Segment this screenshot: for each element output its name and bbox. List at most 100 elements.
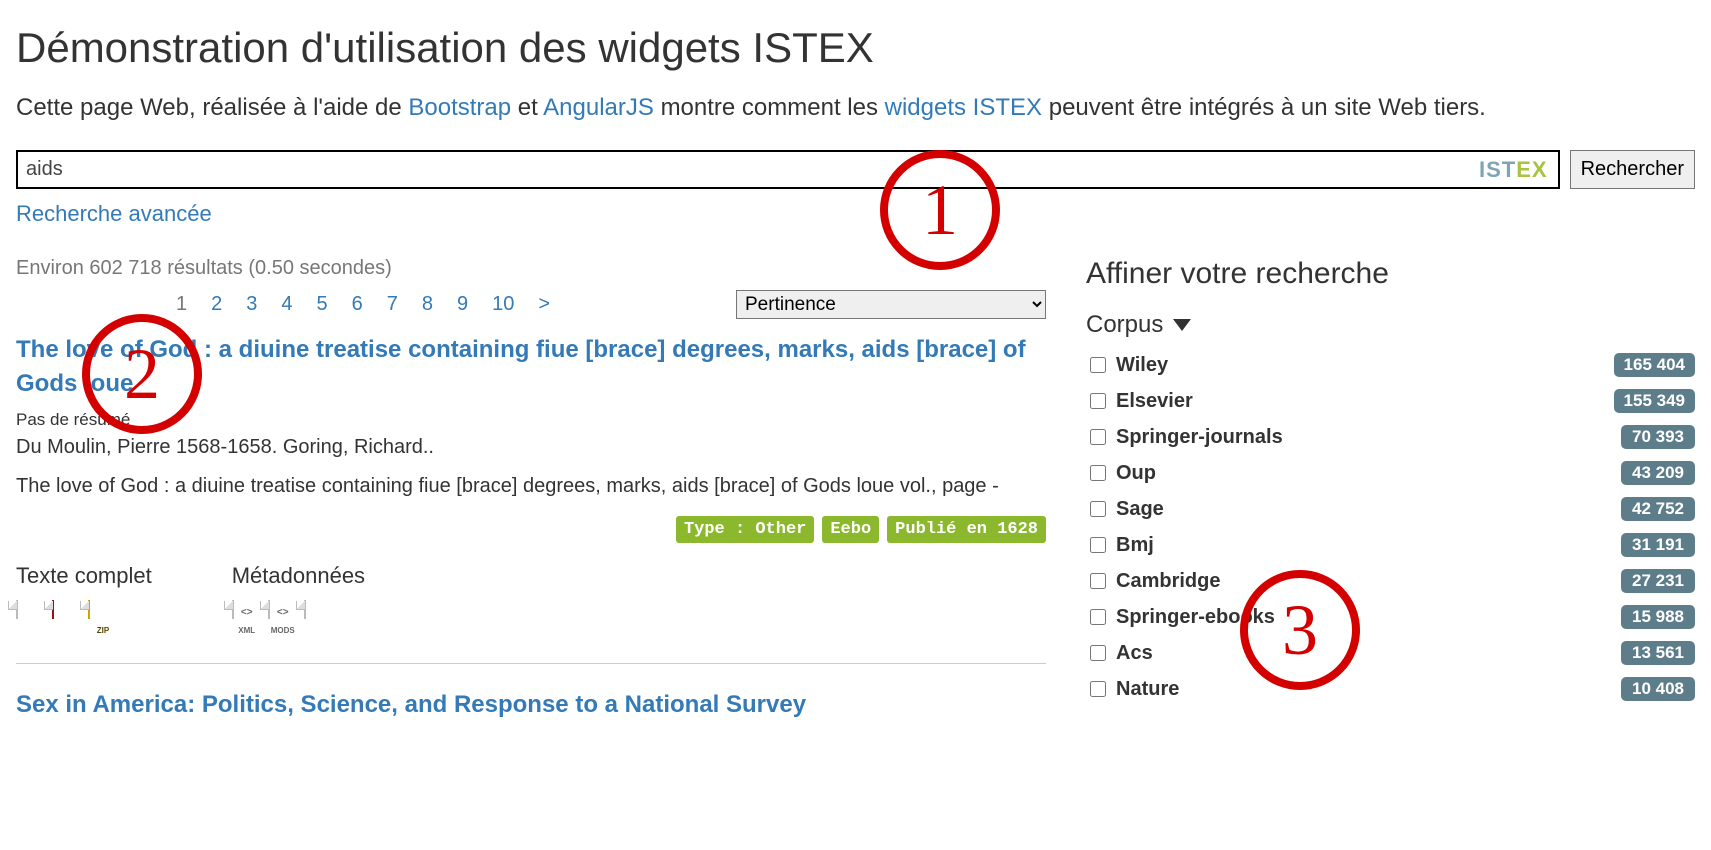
facet-label: Springer-ebooks [1116, 606, 1621, 629]
facet-label: Wiley [1116, 354, 1614, 377]
facet-checkbox[interactable] [1090, 645, 1106, 661]
facet-count-badge: 42 752 [1621, 497, 1695, 521]
result-title-link[interactable]: The love of God : a diuine treatise cont… [16, 336, 1026, 397]
page-link[interactable]: > [538, 293, 550, 316]
facet-label: Elsevier [1116, 390, 1614, 413]
fulltext-group: Texte complet PDFZIP [16, 563, 152, 637]
page-link[interactable]: 7 [387, 293, 398, 316]
facet-count-badge: 13 561 [1621, 641, 1695, 665]
link-bootstrap[interactable]: Bootstrap [408, 94, 511, 121]
result-separator [16, 663, 1046, 664]
download-row: Texte complet PDFZIP Métadonnées <>XML<>… [16, 563, 1046, 637]
page-link[interactable]: 5 [317, 293, 328, 316]
page-link[interactable]: 9 [457, 293, 468, 316]
zip-file-icon[interactable]: ZIP [88, 601, 118, 637]
result-source: The love of God : a diuine treatise cont… [16, 475, 1046, 498]
metadata-group: Métadonnées <>XML<>MODS [232, 563, 365, 637]
result-title: Sex in America: Politics, Science, and R… [16, 688, 1046, 722]
facet-item: Cambridge27 231 [1086, 569, 1695, 593]
intro-text: montre comment les [661, 94, 885, 121]
facet-item: Bmj31 191 [1086, 533, 1695, 557]
facet-count-badge: 10 408 [1621, 677, 1695, 701]
intro-text: et [518, 94, 543, 121]
xml-file-icon[interactable]: <>XML [232, 601, 262, 637]
search-input[interactable] [18, 152, 1469, 187]
facet-checkbox[interactable] [1090, 501, 1106, 517]
result-tag: Eebo [822, 516, 879, 543]
pagination: 1 2 3 4 5 6 7 8 9 10 > [16, 293, 550, 316]
facet-count-badge: 70 393 [1621, 425, 1695, 449]
logo-ex: EX [1516, 157, 1547, 182]
result-authors: Du Moulin, Pierre 1568-1658. Goring, Ric… [16, 436, 1046, 459]
facet-list: Wiley165 404Elsevier155 349Springer-jour… [1086, 353, 1695, 701]
istex-logo: ISTEX [1469, 157, 1558, 183]
search-button[interactable]: Rechercher [1570, 150, 1695, 189]
facet-label: Acs [1116, 642, 1621, 665]
result-count: Environ 602 718 résultats (0.50 secondes… [16, 257, 1046, 280]
intro-text: peuvent être intégrés à un site Web tier… [1049, 94, 1486, 121]
facet-item: Oup43 209 [1086, 461, 1695, 485]
fulltext-heading: Texte complet [16, 563, 152, 589]
intro-text: Cette page Web, réalisée à l'aide de [16, 94, 408, 121]
facet-item: Wiley165 404 [1086, 353, 1695, 377]
page-title: Démonstration d'utilisation des widgets … [16, 24, 1695, 72]
facet-item: Springer-journals70 393 [1086, 425, 1695, 449]
page-link[interactable]: 4 [281, 293, 292, 316]
page-link: 1 [176, 293, 187, 316]
facet-label: Sage [1116, 498, 1621, 521]
facet-count-badge: 15 988 [1621, 605, 1695, 629]
pdf-file-icon[interactable]: PDF [52, 601, 82, 637]
advanced-search-link[interactable]: Recherche avancée [16, 201, 212, 227]
metadata-icons: <>XML<>MODS [232, 601, 365, 637]
facet-label: Bmj [1116, 534, 1621, 557]
intro-paragraph: Cette page Web, réalisée à l'aide de Boo… [16, 90, 1695, 126]
result-title: The love of God : a diuine treatise cont… [16, 333, 1046, 400]
caret-down-icon [1173, 319, 1191, 331]
facet-checkbox[interactable] [1090, 357, 1106, 373]
link-widgets-istex[interactable]: widgets ISTEX [885, 94, 1042, 121]
facet-checkbox[interactable] [1090, 573, 1106, 589]
no-abstract-text: Pas de résumé [16, 410, 1046, 430]
facet-checkbox[interactable] [1090, 537, 1106, 553]
plain-file-icon[interactable] [304, 601, 334, 637]
result-tags: Type : Other Eebo Publié en 1628 [16, 516, 1046, 543]
page-link[interactable]: 3 [246, 293, 257, 316]
page-link[interactable]: 2 [211, 293, 222, 316]
page-link[interactable]: 10 [492, 293, 514, 316]
facet-count-badge: 31 191 [1621, 533, 1695, 557]
facet-count-badge: 43 209 [1621, 461, 1695, 485]
results-column: Environ 602 718 résultats (0.50 secondes… [16, 257, 1046, 732]
page-link[interactable]: 6 [352, 293, 363, 316]
facet-count-badge: 155 349 [1614, 389, 1695, 413]
result-title-link[interactable]: Sex in America: Politics, Science, and R… [16, 691, 806, 718]
search-input-wrap: ISTEX [16, 150, 1560, 189]
result-tag: Publié en 1628 [887, 516, 1046, 543]
facet-label: Springer-journals [1116, 426, 1621, 449]
search-bar: ISTEX Rechercher [16, 150, 1695, 189]
facet-item: Springer-ebooks15 988 [1086, 605, 1695, 629]
facet-item: Acs13 561 [1086, 641, 1695, 665]
facet-checkbox[interactable] [1090, 429, 1106, 445]
facet-label: Nature [1116, 678, 1621, 701]
page-link[interactable]: 8 [422, 293, 433, 316]
facet-label: Cambridge [1116, 570, 1621, 593]
facet-checkbox[interactable] [1090, 465, 1106, 481]
facet-checkbox[interactable] [1090, 681, 1106, 697]
result-tag: Type : Other [676, 516, 814, 543]
facet-checkbox[interactable] [1090, 609, 1106, 625]
link-angularjs[interactable]: AngularJS [543, 94, 654, 121]
facets-title: Affiner votre recherche [1086, 257, 1695, 291]
facet-group-label: Corpus [1086, 311, 1163, 339]
facet-item: Sage42 752 [1086, 497, 1695, 521]
facet-count-badge: 165 404 [1614, 353, 1695, 377]
fulltext-icons: PDFZIP [16, 601, 152, 637]
facet-count-badge: 27 231 [1621, 569, 1695, 593]
pager-row: 1 2 3 4 5 6 7 8 9 10 > Pertinence [16, 290, 1046, 319]
metadata-heading: Métadonnées [232, 563, 365, 589]
facet-item: Elsevier155 349 [1086, 389, 1695, 413]
facet-group-toggle[interactable]: Corpus [1086, 311, 1695, 339]
mods-file-icon[interactable]: <>MODS [268, 601, 298, 637]
plain-file-icon[interactable] [16, 601, 46, 637]
sort-select[interactable]: Pertinence [736, 290, 1046, 319]
facet-checkbox[interactable] [1090, 393, 1106, 409]
